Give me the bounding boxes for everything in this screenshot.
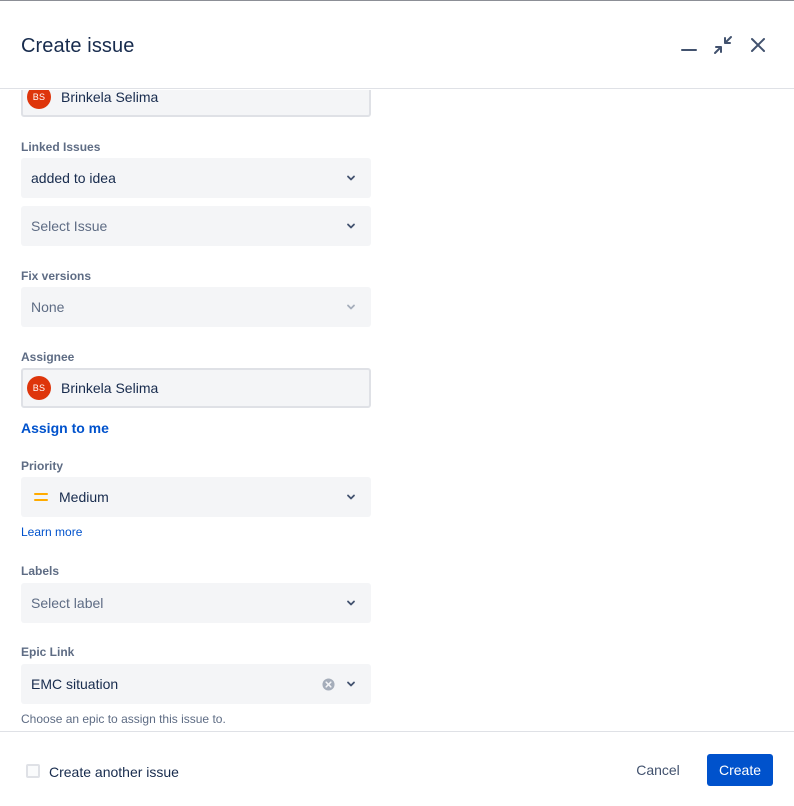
fix-versions-value: None	[31, 299, 65, 315]
reporter-field[interactable]: BS Brinkela Selima	[21, 90, 371, 117]
avatar: BS	[27, 376, 51, 400]
minimize-icon[interactable]	[677, 33, 701, 57]
fix-versions-select[interactable]: None	[21, 287, 371, 327]
create-another-label[interactable]: Create another issue	[49, 764, 179, 780]
fix-versions-label: Fix versions	[21, 269, 92, 283]
dialog-content[interactable]: BS Brinkela Selima Linked Issues added t…	[0, 90, 794, 731]
labels-placeholder: Select label	[31, 595, 104, 611]
linked-issues-relation-select[interactable]: added to idea	[21, 158, 371, 198]
chevron-down-icon	[343, 299, 359, 315]
dialog-header: Create issue	[0, 1, 794, 89]
assignee-value: Brinkela Selima	[61, 380, 159, 396]
assignee-label: Assignee	[21, 350, 75, 364]
epic-link-label: Epic Link	[21, 645, 75, 659]
epic-link-value: EMC situation	[31, 676, 119, 692]
priority-select[interactable]: Medium	[21, 477, 371, 517]
avatar: BS	[27, 90, 51, 109]
create-button[interactable]: Create	[707, 754, 773, 786]
close-icon[interactable]	[746, 33, 770, 57]
collapse-icon[interactable]	[711, 33, 735, 57]
dialog-footer: Create another issue Cancel Create	[0, 731, 794, 806]
chevron-down-icon	[343, 676, 359, 692]
epic-link-select[interactable]: EMC situation	[21, 664, 371, 704]
learn-more-link[interactable]: Learn more	[21, 525, 82, 539]
cancel-button[interactable]: Cancel	[626, 754, 690, 786]
priority-value: Medium	[59, 489, 109, 505]
clear-icon[interactable]	[321, 677, 335, 691]
labels-select[interactable]: Select label	[21, 583, 371, 623]
chevron-down-icon	[343, 170, 359, 186]
dialog-title: Create issue	[21, 35, 135, 57]
assignee-field[interactable]: BS Brinkela Selima	[21, 368, 371, 408]
labels-label: Labels	[21, 564, 60, 578]
priority-medium-icon	[33, 489, 49, 505]
create-another-checkbox[interactable]	[26, 764, 40, 778]
reporter-value: Brinkela Selima	[61, 90, 159, 105]
select-issue-placeholder: Select Issue	[31, 218, 108, 234]
linked-issues-label: Linked Issues	[21, 140, 101, 154]
linked-issues-relation-value: added to idea	[31, 170, 116, 186]
assign-to-me-link[interactable]: Assign to me	[21, 420, 109, 436]
chevron-down-icon	[343, 489, 359, 505]
priority-label: Priority	[21, 459, 64, 473]
linked-issues-issue-select[interactable]: Select Issue	[21, 206, 371, 246]
chevron-down-icon	[343, 595, 359, 611]
epic-link-helper-text: Choose an epic to assign this issue to.	[21, 712, 226, 726]
chevron-down-icon	[343, 218, 359, 234]
